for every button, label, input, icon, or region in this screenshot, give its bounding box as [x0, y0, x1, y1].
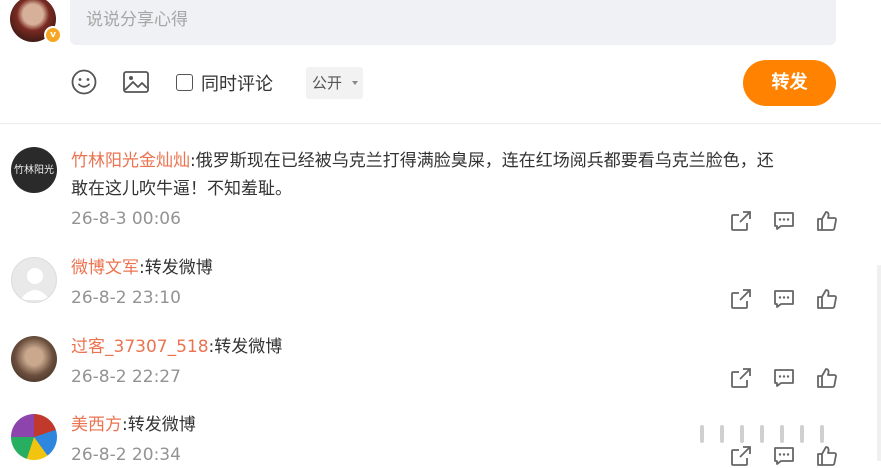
- comment-avatar[interactable]: 竹林阳光: [11, 147, 57, 193]
- comment-username[interactable]: 过客_37307_518: [71, 337, 209, 357]
- emoji-icon[interactable]: [70, 68, 98, 96]
- comment-time: 26-8-3 00:06: [71, 209, 181, 229]
- chevron-down-icon: [352, 81, 358, 85]
- forward-button[interactable]: 转发: [743, 60, 836, 106]
- comment-username[interactable]: 竹林阳光金灿灿: [71, 151, 190, 171]
- verified-badge-icon: v: [44, 26, 62, 44]
- comment-icon[interactable]: [772, 287, 796, 311]
- comment-username[interactable]: 美西方: [71, 415, 122, 435]
- forward-input-box[interactable]: [70, 0, 842, 45]
- comment-time: 26-8-2 20:34: [71, 445, 181, 465]
- comment-icon[interactable]: [772, 444, 796, 468]
- comment-text: 微博文军:转发微博: [71, 254, 831, 282]
- share-icon[interactable]: [729, 366, 753, 390]
- comment-body: 转发微博: [144, 258, 213, 278]
- comment-body-line1: 俄罗斯现在已经被乌克兰打得满脸臭屎，连在红场阅兵都要看乌克兰脸色，还: [195, 151, 774, 171]
- loading-indicator: [700, 425, 840, 447]
- share-icon[interactable]: [729, 287, 753, 311]
- comment-text: 过客_37307_518:转发微博: [71, 333, 831, 361]
- scrollbar-track[interactable]: [877, 265, 881, 461]
- share-icon[interactable]: [729, 444, 753, 468]
- comment-icon[interactable]: [772, 209, 796, 233]
- visibility-select[interactable]: 公开: [306, 67, 363, 99]
- comment-time: 26-8-2 23:10: [71, 288, 181, 308]
- comment-body-line2: 敢在这儿吹牛逼！不知羞耻。: [71, 179, 292, 199]
- like-icon[interactable]: [815, 444, 839, 468]
- comment-username[interactable]: 微博文军: [71, 258, 139, 278]
- also-comment-label[interactable]: 同时评论: [201, 70, 273, 96]
- comment-body: 转发微博: [214, 337, 283, 357]
- divider: [0, 123, 881, 124]
- comment-avatar[interactable]: [11, 414, 57, 460]
- comment-avatar[interactable]: [11, 257, 57, 303]
- share-icon[interactable]: [729, 209, 753, 233]
- comment-text: 竹林阳光金灿灿:俄罗斯现在已经被乌克兰打得满脸臭屎，连在红场阅兵都要看乌克兰脸色…: [71, 147, 831, 203]
- like-icon[interactable]: [815, 287, 839, 311]
- like-icon[interactable]: [815, 209, 839, 233]
- image-icon[interactable]: [122, 68, 150, 96]
- default-avatar-icon: [20, 268, 50, 300]
- comment-body: 转发微博: [127, 415, 196, 435]
- comment-icon[interactable]: [772, 366, 796, 390]
- comment-avatar[interactable]: [11, 336, 57, 382]
- avatar-text: 竹林阳光: [14, 165, 54, 176]
- forward-input[interactable]: [70, 0, 842, 45]
- comment-time: 26-8-2 22:27: [71, 367, 181, 387]
- also-comment-checkbox[interactable]: [176, 74, 193, 91]
- like-icon[interactable]: [815, 366, 839, 390]
- visibility-value: 公开: [312, 74, 343, 92]
